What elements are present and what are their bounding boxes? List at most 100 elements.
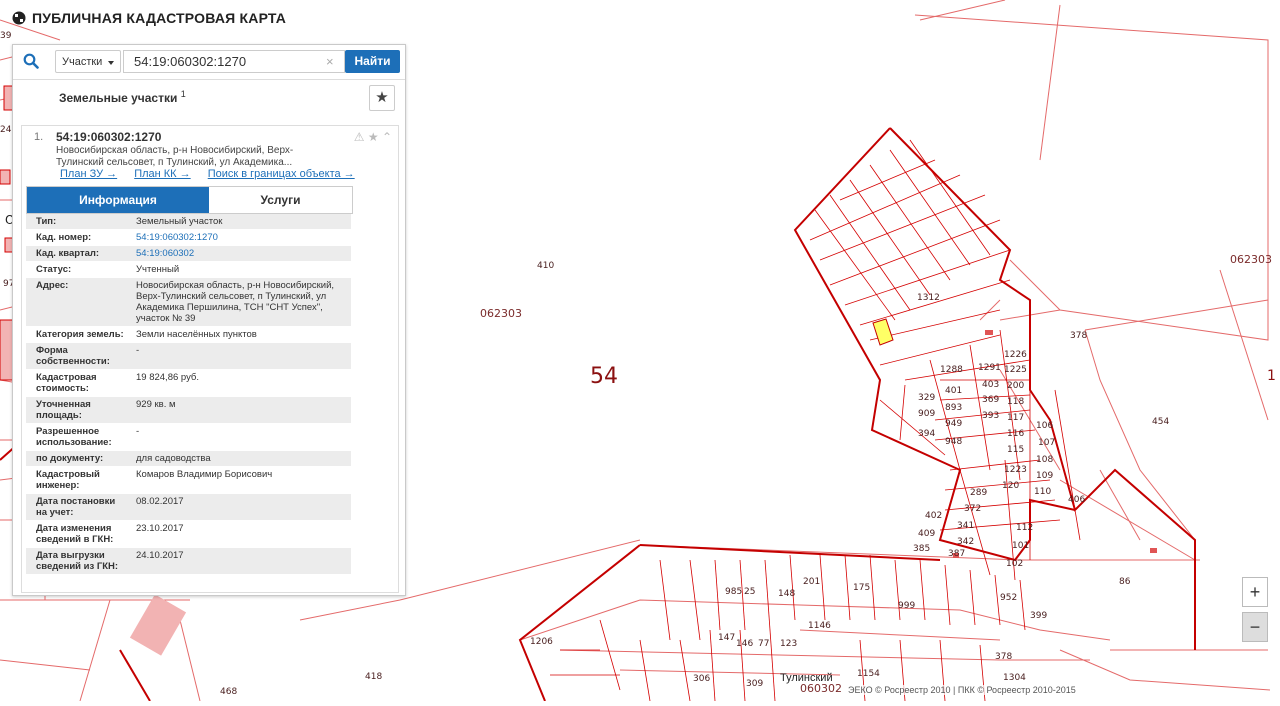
favorite-button[interactable]: ★ <box>369 85 395 111</box>
property-row: Кад. квартал: 54:19:060302 <box>26 246 351 262</box>
svg-text:1223: 1223 <box>1004 465 1027 475</box>
svg-text:289: 289 <box>970 488 987 498</box>
property-key: Разрешенное использование: <box>36 426 112 448</box>
clear-icon[interactable]: × <box>326 50 334 73</box>
svg-text:112: 112 <box>1016 523 1033 533</box>
svg-text:409: 409 <box>918 529 935 539</box>
property-row: Статус: Учтенный <box>26 262 351 278</box>
chevron-up-icon[interactable]: ⌃ <box>382 130 392 144</box>
property-value: Земельный участок <box>136 216 223 227</box>
region-label: 54 <box>590 364 618 389</box>
property-value[interactable]: 54:19:060302 <box>132 246 351 261</box>
section-title: Земельные участки 1 <box>59 89 186 105</box>
property-row: Кад. номер: 54:19:060302:1270 <box>26 230 351 246</box>
property-key: Дата выгрузки сведений из ГКН: <box>36 550 119 572</box>
svg-text:201: 201 <box>803 577 820 587</box>
search-input[interactable]: 54:19:060302:1270 <box>123 50 345 73</box>
svg-text:406: 406 <box>1068 495 1085 505</box>
property-row: Дата выгрузки сведений из ГКН: 24.10.2017 <box>26 548 351 575</box>
zoom-out-button[interactable]: − <box>1242 612 1268 642</box>
result-card: 1. 54:19:060302:1270 Новосибирская облас… <box>21 125 399 593</box>
svg-text:39: 39 <box>0 31 12 41</box>
svg-text:25: 25 <box>744 587 755 597</box>
property-value: Новосибирская область, р-н Новосибирский… <box>136 280 335 324</box>
svg-text:329: 329 <box>918 393 935 403</box>
property-key: Адрес: <box>36 280 69 291</box>
object-type-value: Участки <box>62 56 103 68</box>
svg-text:1206: 1206 <box>530 637 553 647</box>
tab-info[interactable]: Информация <box>27 187 209 213</box>
copyright: ЭЕКО © Росреестр 2010 | ПКК © Росреестр … <box>846 685 1078 695</box>
property-value: 19 824,86 руб. <box>136 372 200 383</box>
plan-zu-link[interactable]: План ЗУ → <box>60 168 117 180</box>
property-value: для садоводства <box>136 453 211 464</box>
property-row: Дата постановки на учет: 08.02.2017 <box>26 494 351 521</box>
svg-text:102: 102 <box>1006 559 1023 569</box>
svg-text:387: 387 <box>948 549 965 559</box>
svg-text:454: 454 <box>1152 417 1169 427</box>
property-key: Форма собственности: <box>36 345 110 367</box>
property-value: 23.10.2017 <box>136 523 184 534</box>
svg-text:175: 175 <box>853 583 870 593</box>
svg-text:123: 123 <box>780 639 797 649</box>
svg-text:118: 118 <box>1007 397 1024 407</box>
property-key: Кад. номер: <box>36 232 92 243</box>
card-tabs: Информация Услуги <box>26 186 353 214</box>
app-title: ПУБЛИЧНАЯ КАДАСТРОВАЯ КАРТА <box>32 10 287 26</box>
svg-text:401: 401 <box>945 386 962 396</box>
svg-text:1225: 1225 <box>1004 365 1027 375</box>
property-value: Земли населённых пунктов <box>136 329 257 340</box>
svg-text:117: 117 <box>1007 413 1024 423</box>
property-key: по документу: <box>36 453 104 464</box>
result-cadastral-number[interactable]: 54:19:060302:1270 <box>56 130 161 144</box>
svg-text:1304: 1304 <box>1003 673 1026 683</box>
svg-text:109: 109 <box>1036 471 1053 481</box>
pkk-logo-icon <box>12 11 26 25</box>
svg-text:378: 378 <box>995 652 1012 662</box>
svg-text:909: 909 <box>918 409 935 419</box>
chevron-down-icon <box>108 61 114 65</box>
property-value: 08.02.2017 <box>136 496 184 507</box>
svg-text:394: 394 <box>918 429 935 439</box>
property-value[interactable]: 54:19:060302:1270 <box>132 230 351 245</box>
plan-kk-link[interactable]: План КК → <box>134 168 190 180</box>
svg-text:342: 342 <box>957 537 974 547</box>
svg-text:108: 108 <box>1036 455 1053 465</box>
svg-text:1: 1 <box>1267 368 1276 384</box>
object-type-select[interactable]: Участки <box>55 50 121 73</box>
svg-text:062303: 062303 <box>480 307 522 320</box>
svg-text:468: 468 <box>220 687 237 697</box>
svg-text:116: 116 <box>1007 429 1024 439</box>
result-index: 1. <box>34 131 44 143</box>
svg-text:949: 949 <box>945 419 962 429</box>
property-value: - <box>136 345 140 356</box>
property-value: Учтенный <box>136 264 180 275</box>
svg-text:1312: 1312 <box>917 293 940 303</box>
property-value: 24.10.2017 <box>136 550 184 561</box>
svg-text:399: 399 <box>1030 611 1047 621</box>
property-row: Кадастровая стоимость: 19 824,86 руб. <box>26 370 351 397</box>
tab-services[interactable]: Услуги <box>209 187 352 213</box>
svg-text:77: 77 <box>758 639 769 649</box>
section-title-text: Земельные участки <box>59 91 178 105</box>
zoom-in-button[interactable]: + <box>1242 577 1268 607</box>
property-row: Категория земель: Земли населённых пункто… <box>26 327 351 343</box>
find-button[interactable]: Найти <box>345 50 400 73</box>
svg-text:86: 86 <box>1119 577 1131 587</box>
property-row: Дата изменения сведений в ГКН: 23.10.2017 <box>26 521 351 548</box>
svg-text:106: 106 <box>1036 421 1053 431</box>
svg-text:115: 115 <box>1007 445 1024 455</box>
svg-text:1154: 1154 <box>857 669 880 679</box>
search-in-bounds-link[interactable]: Поиск в границах объекта → <box>208 168 355 180</box>
card-links: План ЗУ → План КК → Поиск в границах объ… <box>60 168 369 180</box>
property-row: Форма собственности: - <box>26 343 351 370</box>
svg-text:146: 146 <box>736 639 753 649</box>
property-key: Дата изменения сведений в ГКН: <box>36 523 114 545</box>
star-icon[interactable]: ★ <box>368 130 379 144</box>
search-icon[interactable] <box>23 53 39 69</box>
svg-text:418: 418 <box>365 672 382 682</box>
svg-text:1146: 1146 <box>808 621 831 631</box>
svg-text:101: 101 <box>1012 541 1029 551</box>
warning-icon[interactable]: ⚠ <box>354 130 365 144</box>
property-key: Уточненная площадь: <box>36 399 91 421</box>
